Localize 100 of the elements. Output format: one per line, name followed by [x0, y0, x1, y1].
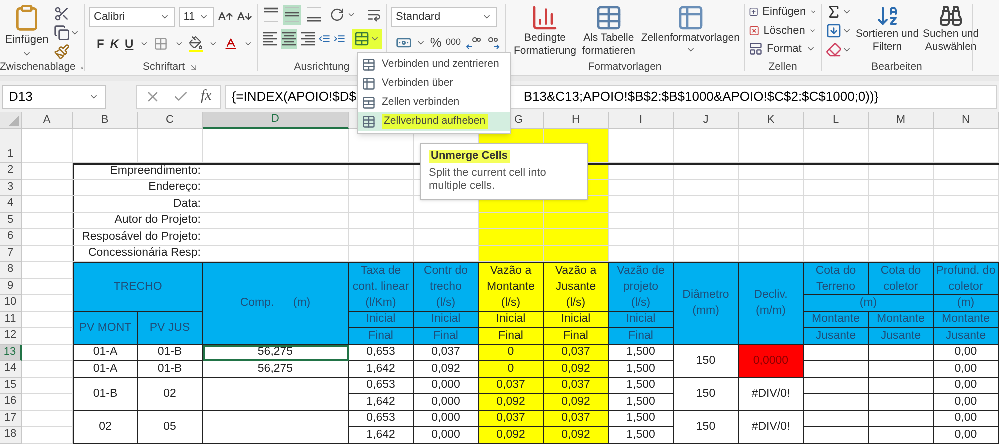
row-header-label[interactable]: 18	[0, 427, 22, 444]
vertical-align-button[interactable]	[283, 5, 302, 25]
sort-icon	[876, 4, 900, 28]
column-header-label[interactable]: J	[674, 112, 739, 129]
field-label: Autor do Projeto:	[73, 212, 203, 229]
table-cell: 0,653	[349, 344, 414, 361]
row-header-label[interactable]: 16	[0, 394, 22, 410]
table-cell: 1,500	[609, 427, 674, 444]
row-header-label[interactable]: 11	[0, 312, 22, 328]
horizontal-align-button[interactable]	[281, 29, 297, 49]
table-cell: 150	[674, 344, 739, 378]
column-header-label[interactable]: C	[138, 112, 203, 129]
table-cell: 0,00	[934, 427, 999, 444]
row-header-label[interactable]: 12	[0, 328, 22, 344]
fill-down-icon[interactable]	[826, 23, 842, 39]
column-header-label[interactable]: M	[869, 112, 934, 129]
row-header-label[interactable]: 13	[0, 344, 22, 361]
row-header-label[interactable]: 5	[0, 212, 22, 229]
dialog-launcher-icon[interactable]	[189, 63, 199, 73]
column-header-label[interactable]: D	[203, 112, 349, 129]
underline-button[interactable]: U	[125, 35, 134, 53]
table-cell: 0,00	[934, 344, 999, 361]
fill-color-icon[interactable]	[189, 36, 204, 52]
row-header-label[interactable]: 6	[0, 229, 22, 246]
row-header-label[interactable]: 14	[0, 361, 22, 378]
group-label: Zellen	[768, 60, 798, 76]
row-header-label[interactable]: 3	[0, 180, 22, 196]
row-header-label[interactable]: 7	[0, 246, 22, 262]
orientation-icon[interactable]	[330, 7, 344, 23]
table-cell: 0,037	[544, 378, 609, 394]
table-cell: 01-B	[138, 361, 203, 378]
sort-filter-button[interactable]: Sortieren und Filtern	[856, 4, 920, 54]
row-header-label[interactable]: 1	[0, 129, 22, 163]
cells-button[interactable]: Löschen	[749, 22, 817, 39]
table-cell: 1,500	[609, 361, 674, 378]
borders-icon[interactable]	[154, 36, 169, 52]
eraser-icon[interactable]	[826, 42, 842, 58]
cells-button[interactable]: Einfügen	[749, 4, 817, 20]
vertical-align-button[interactable]	[304, 5, 323, 25]
column-header-label[interactable]: H	[544, 112, 609, 129]
paintbrush-icon[interactable]	[54, 44, 70, 60]
column-header-label[interactable]: K	[739, 112, 804, 129]
column-header-label[interactable]: I	[609, 112, 674, 129]
column-header: Montante	[869, 312, 934, 328]
tooltip-text: Split the current cell into multiple cells.	[429, 167, 548, 193]
increase-decimal-icon[interactable]	[465, 34, 481, 51]
group-label: Ausrichtung	[294, 60, 350, 76]
italic-button[interactable]: K	[110, 35, 120, 53]
column-header: Final	[544, 328, 609, 344]
table-cell: 0	[479, 344, 544, 361]
column-header: Final	[414, 328, 479, 344]
panel-icon	[749, 42, 763, 56]
column-header-label[interactable]: L	[804, 112, 869, 129]
thousands-button[interactable]: 000	[446, 36, 461, 50]
row-header-label[interactable]: 8	[0, 262, 22, 278]
font-color-icon[interactable]	[224, 36, 238, 52]
merge-cells-button[interactable]	[352, 29, 382, 49]
vertical-align-button[interactable]	[262, 5, 280, 25]
column-header-label[interactable]: B	[73, 112, 138, 129]
bold-button[interactable]: F	[97, 35, 104, 53]
row-header-label[interactable]: 15	[0, 378, 22, 394]
column-header: Vazão a Montante (l/s)	[479, 262, 544, 312]
column-header: Vazão a Jusante (l/s)	[544, 262, 609, 312]
align-lines-icon	[281, 31, 297, 47]
table-cell: 1,642	[349, 427, 414, 444]
table-cell: 0,037	[544, 344, 609, 361]
row-header-label[interactable]: 2	[0, 163, 22, 180]
row-header-label[interactable]: 17	[0, 410, 22, 427]
column-header: (m)	[934, 295, 999, 312]
style-gallery-button[interactable]: Zellenformatvorlagen	[641, 4, 740, 55]
column-header: Jusante	[934, 328, 999, 344]
style-gallery-button[interactable]: Als Tabelle formatieren	[582, 4, 636, 58]
menu-item[interactable]: Zellverbund aufheben	[358, 112, 510, 131]
copy-icon[interactable]	[54, 25, 70, 41]
font-name-field[interactable]: Calibri	[89, 7, 175, 27]
cut-icon[interactable]	[54, 6, 70, 22]
wrap-text-icon[interactable]	[367, 7, 382, 23]
paste-button[interactable]: Einfügen	[4, 4, 50, 58]
style-gallery-button[interactable]: Bedingte Formatierung	[514, 4, 576, 58]
table-cell: 01-B	[138, 344, 203, 361]
row-header-label[interactable]: 4	[0, 196, 22, 212]
function-button[interactable]: fx	[201, 85, 212, 108]
table-cell: 0,037	[414, 344, 479, 361]
number-format-field[interactable]: Standard	[391, 7, 497, 27]
percent-button[interactable]: %	[430, 33, 442, 52]
binoculars-icon	[939, 4, 964, 28]
column-header-label[interactable]: A	[22, 112, 73, 129]
cells-button[interactable]: Format	[749, 41, 817, 58]
table-cell: 0,000	[414, 378, 479, 394]
font-size-field[interactable]: 11	[178, 7, 214, 27]
column-header-label[interactable]: N	[934, 112, 999, 129]
square-x-icon	[749, 24, 760, 38]
row-header-label[interactable]: 9	[0, 278, 22, 295]
menu-item[interactable]: Verbinden und zentrieren	[358, 55, 510, 74]
column-header: Vazão de projeto (l/s)	[609, 262, 674, 312]
row-header-label[interactable]: 10	[0, 295, 22, 312]
name-box[interactable]: D13	[2, 84, 106, 108]
table-cell: 0,000	[414, 427, 479, 444]
column-header: PV JUS	[138, 312, 203, 344]
table-cell: 0,092	[544, 394, 609, 410]
